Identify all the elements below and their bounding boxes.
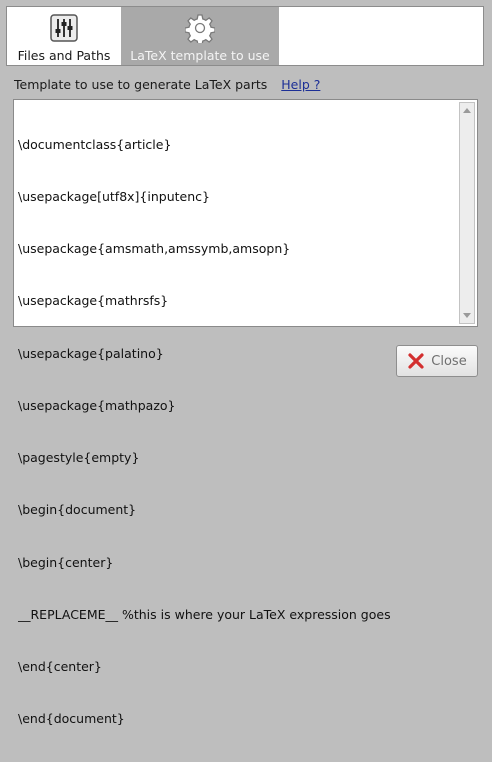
tab-bar: Files and Paths LaTeX template to use xyxy=(6,6,484,66)
tab-latex-template[interactable]: LaTeX template to use xyxy=(121,7,279,65)
template-line: \usepackage[utf8x]{inputenc} xyxy=(18,189,210,205)
close-icon xyxy=(407,352,425,370)
template-line: \pagestyle{empty} xyxy=(18,450,140,466)
tab-files-and-paths[interactable]: Files and Paths xyxy=(7,7,121,65)
template-heading: Template to use to generate LaTeX parts xyxy=(14,77,268,92)
template-line: \usepackage{mathrsfs} xyxy=(18,293,169,309)
close-button[interactable]: Close xyxy=(396,345,478,377)
close-button-label: Close xyxy=(431,353,467,369)
gear-icon xyxy=(185,13,215,43)
template-line: \usepackage{amsmath,amssymb,amsopn} xyxy=(18,241,291,257)
template-text[interactable]: \documentclass{article} \usepackage[utf8… xyxy=(18,101,455,762)
tab-files-and-paths-label: Files and Paths xyxy=(17,48,111,63)
sliders-icon xyxy=(49,13,79,43)
vertical-scrollbar[interactable] xyxy=(459,102,475,324)
template-line: __REPLACEME__ %this is where your LaTeX … xyxy=(18,606,391,622)
template-line: \begin{document} xyxy=(18,502,137,518)
scroll-up-arrow-icon[interactable] xyxy=(460,103,474,117)
help-link[interactable]: Help ? xyxy=(281,77,320,92)
template-line: \documentclass{article} xyxy=(18,136,172,152)
template-line: \begin{center} xyxy=(18,554,114,570)
template-editor[interactable]: \documentclass{article} \usepackage[utf8… xyxy=(13,99,478,726)
template-line: \end{center} xyxy=(18,659,102,674)
template-line: \usepackage{palatino} xyxy=(18,345,164,361)
template-line: \end{document} xyxy=(18,711,125,727)
template-line: \usepackage{mathpazo} xyxy=(18,397,176,413)
scroll-down-arrow-icon[interactable] xyxy=(460,309,474,323)
tab-latex-template-label: LaTeX template to use xyxy=(130,48,270,63)
template-heading-row: Template to use to generate LaTeX parts … xyxy=(14,77,320,92)
